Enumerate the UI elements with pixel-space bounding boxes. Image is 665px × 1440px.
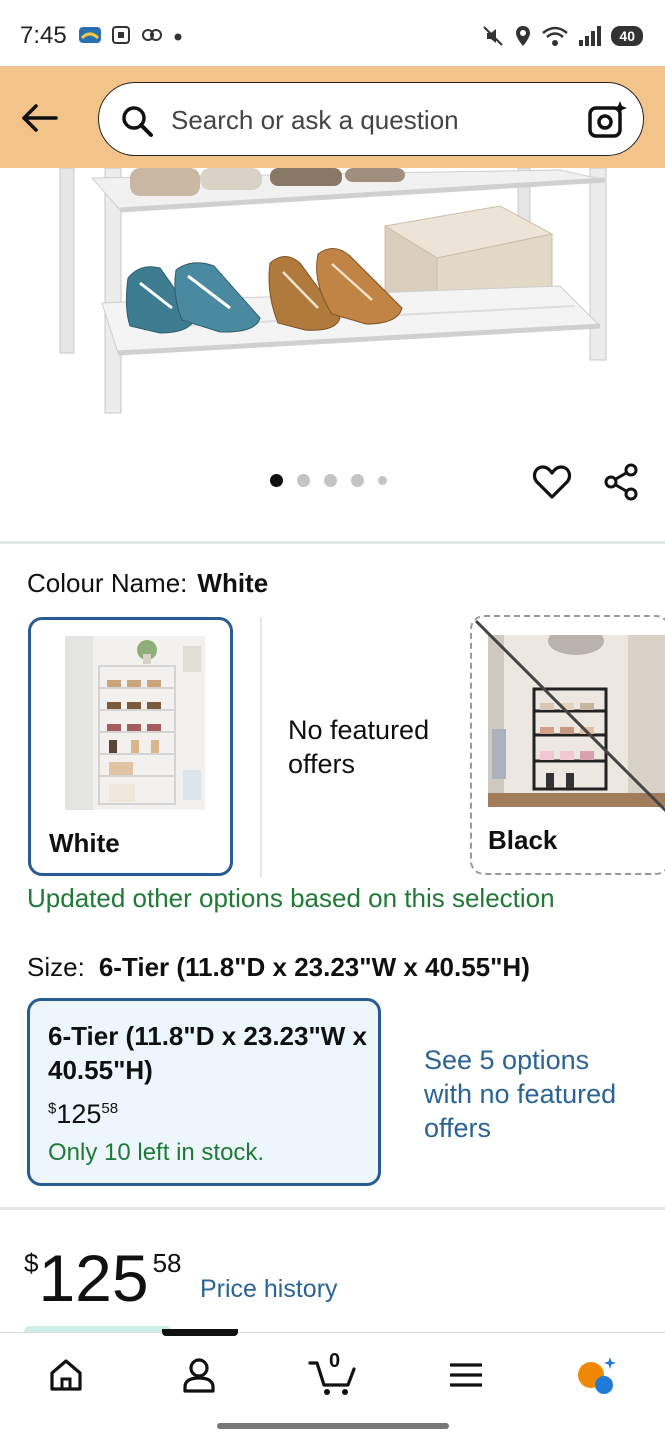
price-fraction: 58 xyxy=(152,1248,182,1278)
see-more-options-link[interactable]: See 5 options with no featured offers xyxy=(424,1043,634,1145)
search-placeholder: Search or ask a question xyxy=(171,105,459,135)
section-divider xyxy=(0,541,665,544)
carousel-dot-4[interactable] xyxy=(351,474,364,487)
size-row: Size: 6-Tier (11.8"D x 23.23"W x 40.55"H) xyxy=(27,952,530,983)
notification-app-icon xyxy=(79,27,101,43)
status-right-icons: 40 xyxy=(481,24,643,48)
size-label: Size: xyxy=(27,952,85,982)
colour-option-black[interactable]: Black xyxy=(470,615,665,875)
colour-option-white[interactable]: White xyxy=(28,617,233,876)
size-price-fraction: 58 xyxy=(101,1100,119,1117)
price-currency: $ xyxy=(24,1248,39,1278)
no-featured-offers-text: No featured offers xyxy=(288,715,430,779)
location-icon xyxy=(516,26,531,46)
size-selected-value: 6-Tier (11.8"D x 23.23"W x 40.55"H) xyxy=(98,952,530,982)
signal-icon xyxy=(579,26,602,46)
cart-count-badge: 0 xyxy=(329,1350,341,1372)
carousel-dot-5[interactable] xyxy=(378,476,387,485)
shoe-rack-image xyxy=(59,168,607,414)
carousel-dot-3[interactable] xyxy=(324,474,337,487)
size-option-price: $12558 xyxy=(48,1099,118,1130)
price-history-link[interactable]: Price history xyxy=(200,1275,338,1304)
search-header: Search or ask a question xyxy=(0,66,665,168)
colour-option-black-label: Black xyxy=(488,825,558,855)
colour-option-white-label: White xyxy=(49,828,120,858)
mute-icon xyxy=(483,26,504,46)
rufus-assistant-icon[interactable] xyxy=(574,1353,618,1397)
stock-status: Only 10 left in stock. xyxy=(48,1139,265,1166)
white-rack-thumbnail xyxy=(65,636,205,810)
system-home-indicator[interactable] xyxy=(217,1423,449,1429)
section-divider xyxy=(0,1207,665,1210)
size-option-6-tier[interactable]: 6-Tier (11.8"D x 23.23"W x 40.55"H) $125… xyxy=(27,998,381,1186)
status-left-icons xyxy=(78,24,184,46)
menu-icon[interactable] xyxy=(444,1353,488,1397)
active-tab-indicator xyxy=(162,1329,238,1336)
carousel-dot-2[interactable] xyxy=(297,474,310,487)
screenshot-icon xyxy=(112,26,130,44)
share-icon[interactable] xyxy=(602,462,640,502)
wifi-icon xyxy=(542,26,569,46)
home-icon[interactable] xyxy=(44,1353,88,1397)
size-price-whole: 125 xyxy=(56,1099,102,1129)
search-icon xyxy=(122,106,153,137)
camera-search-icon[interactable] xyxy=(587,100,627,140)
carousel-dot-1[interactable] xyxy=(270,474,283,487)
main-price: $ 125 58 xyxy=(24,1240,182,1316)
status-time: 7:45 xyxy=(20,22,67,49)
search-input[interactable]: Search or ask a question xyxy=(98,82,644,156)
dot-icon xyxy=(174,33,182,41)
colour-selected-value: White xyxy=(197,568,269,598)
status-bar: 7:45 40 xyxy=(0,0,665,66)
heart-icon[interactable] xyxy=(532,462,572,502)
product-image[interactable] xyxy=(0,168,665,430)
colour-name-row: Colour Name: White xyxy=(27,568,268,599)
link-icon xyxy=(142,29,162,41)
colour-label: Colour Name: xyxy=(27,568,188,598)
updated-options-message: Updated other options based on this sele… xyxy=(27,883,555,913)
vertical-divider xyxy=(260,617,262,877)
unavailable-strike-icon xyxy=(474,619,665,813)
image-carousel-dots[interactable] xyxy=(270,474,387,487)
arrow-left-icon[interactable] xyxy=(18,96,62,140)
account-icon[interactable] xyxy=(177,1353,221,1397)
price-whole: 125 xyxy=(38,1241,149,1315)
battery-icon: 40 xyxy=(611,26,643,46)
size-option-title: 6-Tier (11.8"D x 23.23"W x 40.55"H) xyxy=(48,1021,368,1085)
